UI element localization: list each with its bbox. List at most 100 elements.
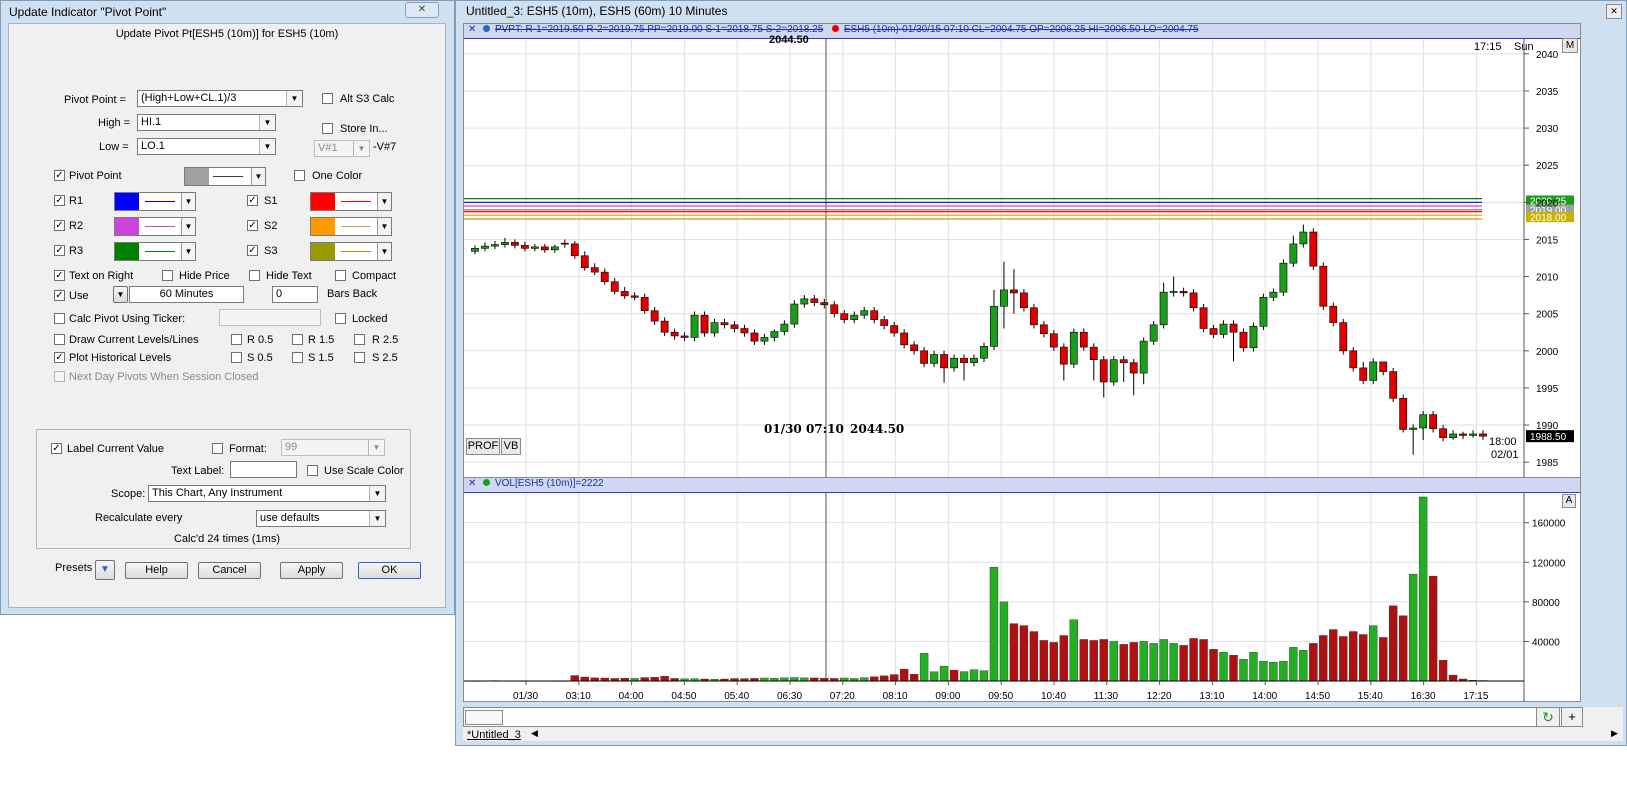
text-on-right-checkbox[interactable]: ✓ xyxy=(54,270,65,281)
text-label-field[interactable] xyxy=(230,461,297,478)
price-tick-label: 2040 xyxy=(1536,50,1559,61)
volume-chart[interactable]: 160000 120000 80000 40000 01/30 03:10 04:00 04:… xyxy=(464,493,1580,701)
volume-bar xyxy=(919,653,929,682)
label-current-value-checkbox[interactable]: ✓ xyxy=(51,443,62,454)
s2-line-sample xyxy=(341,226,371,227)
alt-s3-checkbox[interactable] xyxy=(322,93,333,104)
apply-button[interactable]: Apply xyxy=(280,562,343,579)
hide-text-label: Hide Text xyxy=(266,270,312,282)
use-dropdown-button[interactable]: ▼ xyxy=(113,286,128,303)
ok-button[interactable]: OK xyxy=(358,562,421,579)
chevron-down-icon: ▼ xyxy=(369,511,385,526)
s15-checkbox[interactable] xyxy=(292,352,303,363)
s3-checkbox[interactable]: ✓ xyxy=(247,245,258,256)
compact-checkbox[interactable] xyxy=(335,270,346,281)
help-button[interactable]: Help xyxy=(125,562,188,579)
hide-price-checkbox[interactable] xyxy=(162,270,173,281)
r25-checkbox[interactable] xyxy=(354,334,365,345)
volume-bar xyxy=(1369,625,1378,682)
r2-style-select[interactable]: ▼ xyxy=(114,217,196,236)
r2-checkbox[interactable]: ✓ xyxy=(54,220,65,231)
candle-body xyxy=(930,354,938,364)
scope-select[interactable]: This Chart, Any Instrument ▼ xyxy=(148,485,386,502)
price-chart[interactable]: 2020.252019.002018.001988.50 20402035203… xyxy=(464,39,1580,477)
locked-checkbox[interactable] xyxy=(335,313,346,324)
format-checkbox[interactable] xyxy=(212,443,223,454)
prof-button[interactable]: PROF xyxy=(466,438,500,455)
price-panel[interactable]: ✕ PVPT: R-1=2019.50 R-2=2019.75 PP=2019.… xyxy=(463,23,1581,478)
recalc-value: use defaults xyxy=(260,512,320,524)
volume-panel[interactable]: ✕ VOL[ESH5 (10m)]=2222 160000 120000 80000… xyxy=(463,477,1581,702)
hide-text-checkbox[interactable] xyxy=(249,270,260,281)
candle-body xyxy=(1319,265,1328,307)
volume-bar xyxy=(1049,642,1059,682)
use-interval-field[interactable]: 60 Minutes xyxy=(129,286,244,303)
close-icon[interactable]: ✕ xyxy=(468,24,476,35)
volume-bar xyxy=(1209,649,1218,682)
s2-style-select[interactable]: ▼ xyxy=(310,217,392,236)
s2-checkbox[interactable]: ✓ xyxy=(247,220,258,231)
volume-bar xyxy=(1388,605,1398,682)
candle-body xyxy=(1359,367,1368,381)
refresh-icon[interactable]: ↻ xyxy=(1536,707,1560,727)
r15-checkbox[interactable] xyxy=(292,334,303,345)
use-scale-color-checkbox[interactable] xyxy=(307,465,318,476)
r3-style-select[interactable]: ▼ xyxy=(114,242,196,261)
next-day-checkbox[interactable] xyxy=(54,371,65,382)
one-color-checkbox[interactable] xyxy=(294,170,305,181)
calc-pivot-ticker-checkbox[interactable] xyxy=(54,313,65,324)
r3-checkbox[interactable]: ✓ xyxy=(54,245,65,256)
volume-bar xyxy=(1339,636,1348,682)
a-button[interactable]: A xyxy=(1562,494,1576,508)
use-checkbox[interactable]: ✓ xyxy=(54,290,65,301)
time-scroll-box[interactable] xyxy=(465,710,503,725)
r05-checkbox[interactable] xyxy=(231,334,242,345)
candle-body xyxy=(780,323,789,332)
store-var-suffix: -V#7 xyxy=(373,141,397,153)
low-select[interactable]: LO.1 ▼ xyxy=(137,138,276,155)
pivot-point-formula-select[interactable]: (High+Low+CL.1)/3 ▼ xyxy=(137,90,303,107)
tab-untitled-3[interactable]: *Untitled_3 xyxy=(467,729,521,741)
scroll-right-icon[interactable]: ▶ xyxy=(1611,728,1618,739)
price-axis: 2040 2035 2030 2025 2020 2015 2010 2005 2000 1995… xyxy=(1523,39,1559,477)
store-in-checkbox[interactable] xyxy=(322,123,333,134)
s3-style-select[interactable]: ▼ xyxy=(310,242,392,261)
plot-historical-checkbox[interactable]: ✓ xyxy=(54,352,65,363)
r1-style-select[interactable]: ▼ xyxy=(114,192,196,211)
close-icon[interactable]: ✕ xyxy=(468,478,476,489)
pivot-point-checkbox[interactable]: ✓ xyxy=(54,170,65,181)
s05-checkbox[interactable] xyxy=(231,352,242,363)
s1-checkbox[interactable]: ✓ xyxy=(247,195,258,206)
candle-body xyxy=(1369,361,1378,381)
presets-dropdown-button[interactable]: ▼ xyxy=(95,560,115,580)
volume-bar xyxy=(790,677,799,682)
scroll-left-icon[interactable]: ◀ xyxy=(531,728,538,739)
chevron-down-icon: ▼ xyxy=(181,218,195,235)
r1-checkbox[interactable]: ✓ xyxy=(54,195,65,206)
bars-back-field[interactable]: 0 xyxy=(272,286,318,303)
volume-bar xyxy=(1139,641,1148,682)
format-select[interactable]: 99 ▼ xyxy=(281,439,385,456)
high-select[interactable]: HI.1 ▼ xyxy=(137,114,276,131)
pivot-point-style-select[interactable]: ▼ xyxy=(184,167,266,186)
candle-body xyxy=(960,357,968,363)
store-var-select[interactable]: V#1 ▼ xyxy=(314,140,370,157)
vb-button[interactable]: VB xyxy=(501,438,521,455)
volume-bar xyxy=(1149,643,1158,682)
chart-close-button[interactable]: ✕ xyxy=(1606,4,1622,19)
s1-style-select[interactable]: ▼ xyxy=(310,192,392,211)
dialog-close-button[interactable]: ✕ xyxy=(405,2,439,18)
recalc-select[interactable]: use defaults ▼ xyxy=(256,510,386,527)
candle-body xyxy=(600,271,609,283)
cancel-button[interactable]: Cancel xyxy=(198,562,261,579)
volume-bar xyxy=(1039,640,1049,682)
add-panel-button[interactable]: + xyxy=(1561,707,1583,727)
volume-bar xyxy=(1009,623,1019,682)
draw-current-checkbox[interactable] xyxy=(54,334,65,345)
s25-checkbox[interactable] xyxy=(354,352,365,363)
calc-pivot-ticker-field[interactable] xyxy=(219,309,321,326)
volume-bar xyxy=(1448,674,1458,682)
high-label: High = xyxy=(98,117,131,129)
m-button[interactable]: M xyxy=(1562,38,1578,53)
s1-label: S1 xyxy=(264,195,278,207)
